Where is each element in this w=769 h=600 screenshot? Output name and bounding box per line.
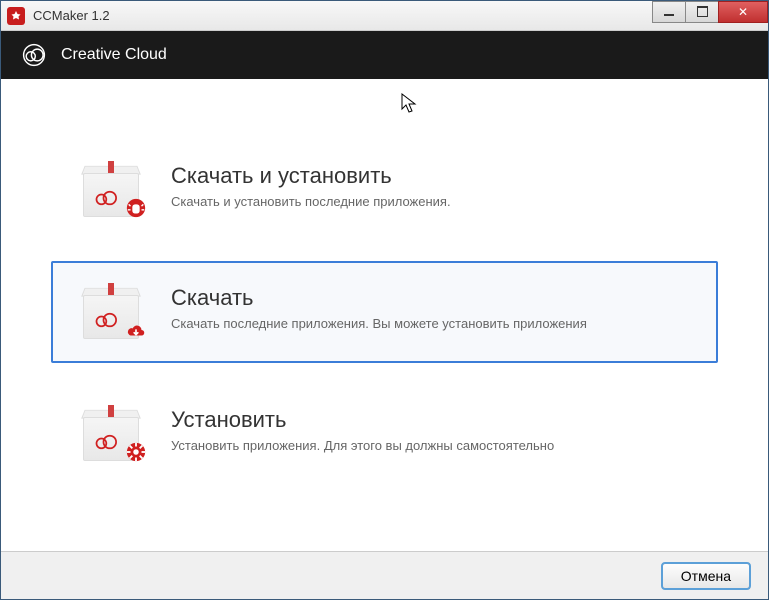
creative-cloud-icon [21,42,47,68]
download-cloud-icon [125,319,147,341]
maximize-button[interactable] [685,1,719,23]
box-icon [83,285,143,339]
option-desc: Скачать и установить последние приложени… [171,193,696,211]
app-header: Creative Cloud [1,31,768,79]
footer: Отмена [1,551,768,599]
header-title: Creative Cloud [61,46,167,64]
gear-icon [125,441,147,463]
option-download-install[interactable]: Скачать и установить Скачать и установит… [51,139,718,241]
option-install[interactable]: Установить Установить приложения. Для эт… [51,383,718,485]
option-desc: Установить приложения. Для этого вы долж… [171,437,696,455]
cursor-icon [401,93,419,115]
bug-icon [125,197,147,219]
close-button[interactable] [718,1,768,23]
app-window: CCMaker 1.2 Creative Cloud Скачать и уст… [0,0,769,600]
option-title: Скачать [171,285,696,311]
box-icon [83,163,143,217]
content-area: Скачать и установить Скачать и установит… [1,79,768,551]
option-download[interactable]: Скачать Скачать последние приложения. Вы… [51,261,718,363]
titlebar[interactable]: CCMaker 1.2 [1,1,768,31]
option-title: Установить [171,407,696,433]
box-icon [83,407,143,461]
minimize-button[interactable] [652,1,686,23]
option-title: Скачать и установить [171,163,696,189]
option-desc: Скачать последние приложения. Вы можете … [171,315,696,333]
app-icon [7,7,25,25]
window-title: CCMaker 1.2 [33,8,653,23]
cancel-button[interactable]: Отмена [662,563,750,589]
window-controls [653,1,768,23]
